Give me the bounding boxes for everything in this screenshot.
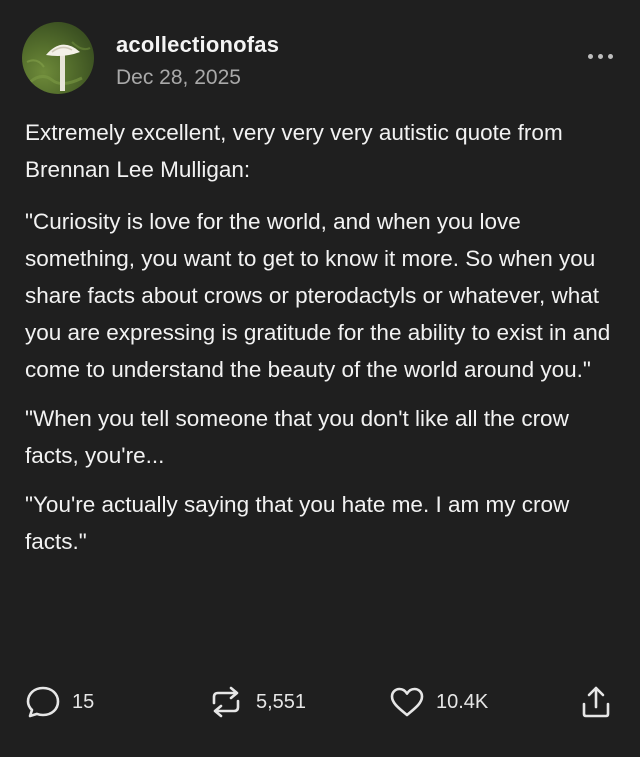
username[interactable]: acollectionofas [116,32,279,58]
reblog-arrows-icon [212,686,240,718]
post-body: Extremely excellent, very very very auti… [25,114,620,560]
reblog-count: 5,551 [256,690,307,713]
post-header: acollectionofas Dec 28, 2025 [22,22,620,94]
ellipsis-icon [587,53,593,59]
post-paragraph: "When you tell someone that you don't li… [25,406,569,468]
speech-bubble-icon [26,686,60,718]
more-options-button[interactable] [580,44,620,68]
post-date: Dec 28, 2025 [116,66,241,89]
share-button[interactable] [578,680,614,724]
post-paragraph: "You're actually saying that you hate me… [25,492,570,554]
mushroom-avatar-icon [26,41,91,91]
avatar[interactable] [22,22,94,94]
reply-button[interactable]: 15 [24,680,94,724]
like-count: 10.4K [436,690,489,713]
post-card: acollectionofas Dec 28, 2025 Extremely e… [0,0,640,757]
post-paragraph: "Curiosity is love for the world, and wh… [25,209,611,382]
like-button[interactable]: 10.4K [388,680,488,724]
post-actions-bar: 15 5,551 10.4K [0,680,640,724]
reply-count: 15 [72,690,95,713]
post-paragraph: Extremely excellent, very very very auti… [25,120,563,182]
reblog-button[interactable]: 5,551 [206,680,306,724]
share-upload-icon [582,686,610,718]
heart-icon [390,687,424,717]
ellipsis-icon [597,53,603,59]
ellipsis-icon [607,53,613,59]
